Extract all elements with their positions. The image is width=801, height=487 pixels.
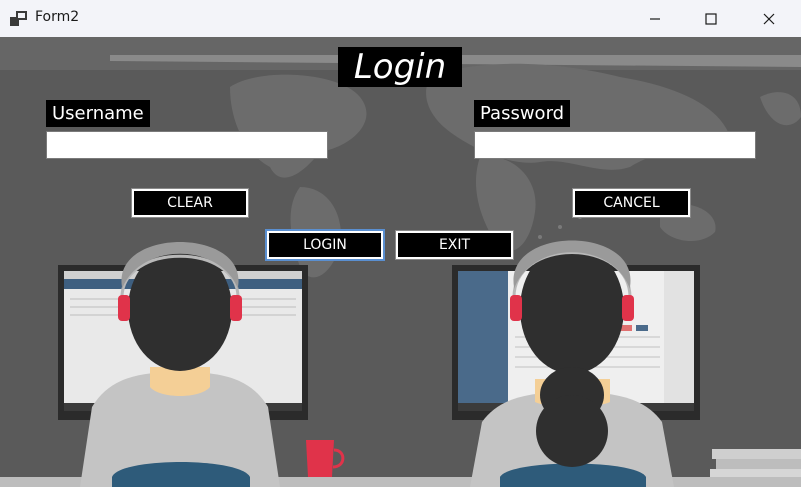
username-input[interactable] — [46, 131, 328, 159]
minimize-button[interactable] — [632, 0, 678, 37]
password-label: Password — [474, 100, 571, 127]
maximize-icon — [705, 12, 717, 25]
login-button[interactable]: LOGIN — [265, 229, 385, 261]
maximize-button[interactable] — [688, 0, 734, 37]
app-window-icon — [10, 11, 27, 26]
password-input[interactable] — [474, 131, 756, 159]
exit-button[interactable]: EXIT — [395, 230, 514, 260]
username-label: Username — [46, 100, 150, 127]
close-button[interactable] — [746, 0, 792, 37]
clear-button[interactable]: CLEAR — [131, 188, 249, 218]
minimize-icon — [650, 17, 660, 20]
login-heading: Login — [338, 47, 462, 87]
close-icon — [763, 13, 775, 24]
window-title: Form2 — [35, 9, 80, 25]
form-client-area: Login Username Password CLEAR CANCEL LOG… — [0, 37, 801, 487]
title-bar: Form2 — [0, 0, 801, 37]
cancel-button[interactable]: CANCEL — [572, 188, 691, 218]
